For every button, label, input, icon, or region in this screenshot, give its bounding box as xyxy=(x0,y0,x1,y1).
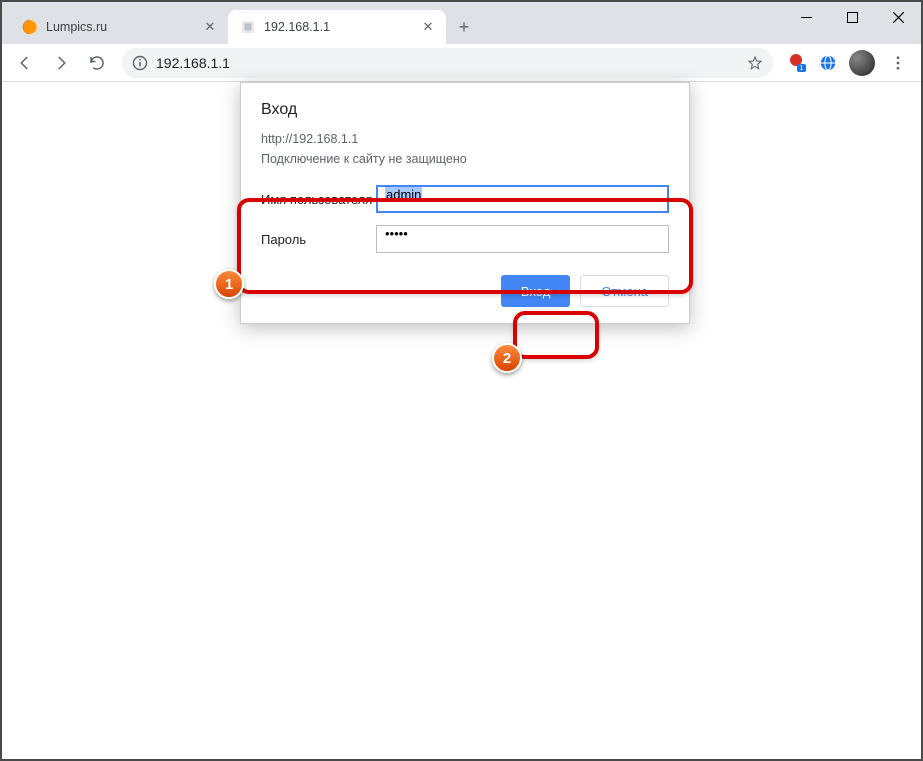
favicon-default xyxy=(240,19,256,35)
window-minimize-button[interactable] xyxy=(783,2,829,32)
site-info-icon[interactable] xyxy=(132,55,148,71)
bookmark-star-icon[interactable] xyxy=(747,55,763,71)
password-label: Пароль xyxy=(261,232,376,247)
password-value: ••••• xyxy=(385,226,408,241)
tab-title: 192.168.1.1 xyxy=(264,20,414,34)
dialog-origin: http://192.168.1.1 xyxy=(261,129,669,149)
tab-title: Lumpics.ru xyxy=(46,20,196,34)
username-input[interactable]: admin xyxy=(376,185,669,213)
address-bar[interactable]: 192.168.1.1 xyxy=(122,48,773,78)
password-input[interactable]: ••••• xyxy=(376,225,669,253)
dialog-button-row: Вход Отмена xyxy=(261,275,669,307)
username-row: Имя пользователя admin xyxy=(261,185,669,213)
window-maximize-button[interactable] xyxy=(829,2,875,32)
annotation-badge-2: 2 xyxy=(492,343,522,373)
profile-avatar[interactable] xyxy=(849,50,875,76)
forward-button[interactable] xyxy=(44,48,78,78)
dialog-title: Вход xyxy=(261,101,669,119)
browser-toolbar: 192.168.1.1 1 xyxy=(2,44,921,82)
annotation-badge-1: 1 xyxy=(214,269,244,299)
tab-close-icon[interactable]: ✕ xyxy=(202,19,218,35)
page-content: Вход http://192.168.1.1 Подключение к са… xyxy=(2,82,921,759)
extension-globe-icon[interactable] xyxy=(813,48,843,78)
dialog-subtitle: http://192.168.1.1 Подключение к сайту н… xyxy=(261,129,669,169)
dialog-warning: Подключение к сайту не защищено xyxy=(261,149,669,169)
browser-titlebar: Lumpics.ru ✕ 192.168.1.1 ✕ + xyxy=(2,2,921,44)
extension-icon[interactable]: 1 xyxy=(781,48,811,78)
login-button[interactable]: Вход xyxy=(501,275,570,307)
favicon-lumpics xyxy=(22,19,38,35)
tab-strip: Lumpics.ru ✕ 192.168.1.1 ✕ + xyxy=(2,2,783,44)
menu-button[interactable] xyxy=(881,48,915,78)
new-tab-button[interactable]: + xyxy=(450,13,478,41)
reload-button[interactable] xyxy=(80,48,114,78)
window-close-button[interactable] xyxy=(875,2,921,32)
http-auth-dialog: Вход http://192.168.1.1 Подключение к са… xyxy=(240,82,690,324)
username-value: admin xyxy=(385,187,422,202)
tab-lumpics[interactable]: Lumpics.ru ✕ xyxy=(10,10,228,44)
window-controls xyxy=(783,2,921,44)
cancel-button[interactable]: Отмена xyxy=(580,275,669,307)
username-label: Имя пользователя xyxy=(261,192,376,207)
back-button[interactable] xyxy=(8,48,42,78)
svg-text:1: 1 xyxy=(800,65,804,72)
url-text: 192.168.1.1 xyxy=(156,55,739,71)
tab-close-icon[interactable]: ✕ xyxy=(420,19,436,35)
password-row: Пароль ••••• xyxy=(261,225,669,253)
tab-router[interactable]: 192.168.1.1 ✕ xyxy=(228,10,446,44)
